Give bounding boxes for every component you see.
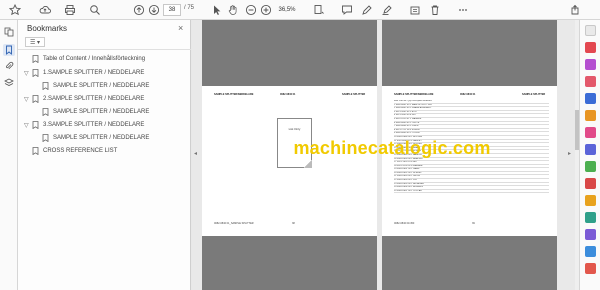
bookmark-item[interactable]: SAMPLE SPLITTER / NEDDELARE: [34, 81, 149, 91]
tools-rail: [579, 20, 600, 290]
bookmark-label: Table of Content / Innehållsförteckning: [43, 56, 146, 62]
bookmark-icon: [32, 69, 39, 77]
page-header-mid: 0082-0840 01: [280, 93, 296, 96]
page-header-right: SAMPLE SPLITTER: [522, 93, 546, 96]
zoom-level[interactable]: 36,5%: [276, 4, 298, 16]
page-number: 39: [472, 222, 475, 225]
bookmark-item[interactable]: ▽ 3.SAMPLE SPLITTER / NEDDELARE: [24, 120, 144, 130]
bookmark-label: CROSS REFERENCE LIST: [43, 148, 118, 154]
page-fold-icon: [304, 160, 312, 168]
bookmark-icon: [32, 55, 39, 63]
comment-icon[interactable]: [340, 3, 353, 16]
bookmark-label: SAMPLE SPLITTER / NEDDELARE: [53, 135, 150, 141]
layers-icon[interactable]: [3, 77, 15, 89]
left-navigation-rail: [0, 20, 18, 290]
page-header-left: SAMPLE SPLITTER/NEDDELARE: [394, 93, 434, 96]
more-tools-icon[interactable]: [585, 263, 596, 274]
share-tool-icon[interactable]: [585, 246, 596, 257]
bookmark-item[interactable]: SAMPLE SPLITTER / NEDDELARE: [34, 133, 149, 143]
close-panel-button[interactable]: ×: [178, 23, 183, 33]
page-content: SAMPLE SPLITTER/NEDDELARE 0082-0840 01 S…: [382, 86, 557, 236]
page-header-right: SAMPLE SPLITTER: [342, 93, 366, 96]
bookmark-item[interactable]: CROSS REFERENCE LIST: [24, 146, 117, 156]
zoom-in-icon[interactable]: [259, 3, 272, 16]
chevron-down-icon[interactable]: ▽: [24, 96, 32, 103]
delete-icon[interactable]: [428, 3, 441, 16]
watermark-text: machinecatalogic.com: [293, 138, 491, 158]
hand-icon[interactable]: [226, 3, 239, 16]
page-footer-left: 0082-0840 01/450: [394, 222, 415, 225]
bookmark-label: SAMPLE SPLITTER / NEDDELARE: [53, 109, 150, 115]
comment-tool-icon[interactable]: [585, 110, 596, 121]
protect-icon[interactable]: [585, 161, 596, 172]
page-count: / 75: [184, 5, 195, 11]
bookmark-label: 2.SAMPLE SPLITTER / NEDDELARE: [43, 96, 145, 102]
page-header-mid: 0082-0840 01: [460, 93, 476, 96]
top-toolbar: 38 / 75 36,5%: [0, 0, 600, 20]
combine-files-icon[interactable]: [585, 127, 596, 138]
collapse-left-arrow-icon[interactable]: ◂: [194, 150, 197, 157]
panel-title: Bookmarks: [27, 24, 68, 33]
page-thumbnails-icon[interactable]: [3, 26, 15, 38]
bookmark-label: SAMPLE SPLITTER / NEDDELARE: [53, 83, 150, 89]
bookmark-options-menu[interactable]: ☰ ▾: [25, 37, 45, 47]
bookmark-icon: [32, 147, 39, 155]
redact-icon[interactable]: [585, 229, 596, 240]
select-cursor-icon[interactable]: [210, 3, 223, 16]
print-icon[interactable]: [63, 3, 76, 16]
chevron-down-icon[interactable]: ▽: [24, 70, 32, 77]
panel-toggle-icon[interactable]: [585, 25, 596, 36]
highlight-icon[interactable]: [380, 3, 393, 16]
cloud-upload-icon[interactable]: [38, 3, 51, 16]
bookmark-icon: [32, 95, 39, 103]
page-number-input[interactable]: 38: [163, 4, 181, 16]
bookmark-icon: [42, 82, 49, 90]
page-fit-icon[interactable]: [312, 3, 325, 16]
create-pdf-icon[interactable]: [585, 42, 596, 53]
divider: [18, 49, 191, 50]
bookmark-item[interactable]: ▽ 2.SAMPLE SPLITTER / NEDDELARE: [24, 94, 144, 104]
share-icon[interactable]: [568, 3, 581, 16]
bookmark-label: 1.SAMPLE SPLITTER / NEDDELARE: [43, 70, 145, 76]
document-viewer[interactable]: ◂ SAMPLE SPLITTER/NEDDELARE 0082-0840 01…: [192, 20, 575, 290]
stamp-icon[interactable]: [408, 3, 421, 16]
page-footer-left: 0082-0840 01_SAMPLE SPLITTER: [214, 222, 254, 225]
export-pdf-icon[interactable]: [585, 76, 596, 87]
edit-pdf-icon[interactable]: [585, 59, 596, 70]
zoom-out-icon[interactable]: [244, 3, 257, 16]
organize-pages-icon[interactable]: [585, 93, 596, 104]
bookmark-item[interactable]: ▽ 1.SAMPLE SPLITTER / NEDDELARE: [24, 68, 144, 78]
attachment-icon[interactable]: [3, 60, 15, 72]
bookmark-icon[interactable]: [3, 44, 15, 56]
page-down-icon[interactable]: [147, 3, 160, 16]
pen-icon[interactable]: [360, 3, 373, 16]
table-row: 25 0082-0857 00 1 COLLAR: [394, 190, 549, 194]
scan-ocr-icon[interactable]: [585, 144, 596, 155]
bookmark-icon: [32, 121, 39, 129]
search-icon[interactable]: [88, 3, 101, 16]
list-only-label: List Only: [288, 127, 301, 131]
page-header-left: SAMPLE SPLITTER/NEDDELARE: [214, 93, 254, 96]
bookmark-icon: [42, 108, 49, 116]
page-up-icon[interactable]: [132, 3, 145, 16]
bookmark-item[interactable]: Table of Content / Innehållsförteckning: [24, 54, 145, 64]
collapse-right-arrow-icon[interactable]: ▸: [568, 150, 571, 157]
star-icon[interactable]: [8, 3, 21, 16]
fill-sign-icon[interactable]: [585, 178, 596, 189]
compress-pdf-icon[interactable]: [585, 212, 596, 223]
bookmarks-panel: Bookmarks × ☰ ▾ Table of Content / Inneh…: [18, 20, 191, 290]
more-tools-icon[interactable]: [456, 3, 469, 16]
bookmark-item[interactable]: SAMPLE SPLITTER / NEDDELARE: [34, 107, 149, 117]
bookmark-icon: [42, 134, 49, 142]
chevron-down-icon[interactable]: ▽: [24, 122, 32, 129]
page-number: 38: [292, 222, 295, 225]
bookmark-label: 3.SAMPLE SPLITTER / NEDDELARE: [43, 122, 145, 128]
page-content: SAMPLE SPLITTER/NEDDELARE 0082-0840 01 S…: [202, 86, 377, 236]
print-production-icon[interactable]: [585, 195, 596, 206]
